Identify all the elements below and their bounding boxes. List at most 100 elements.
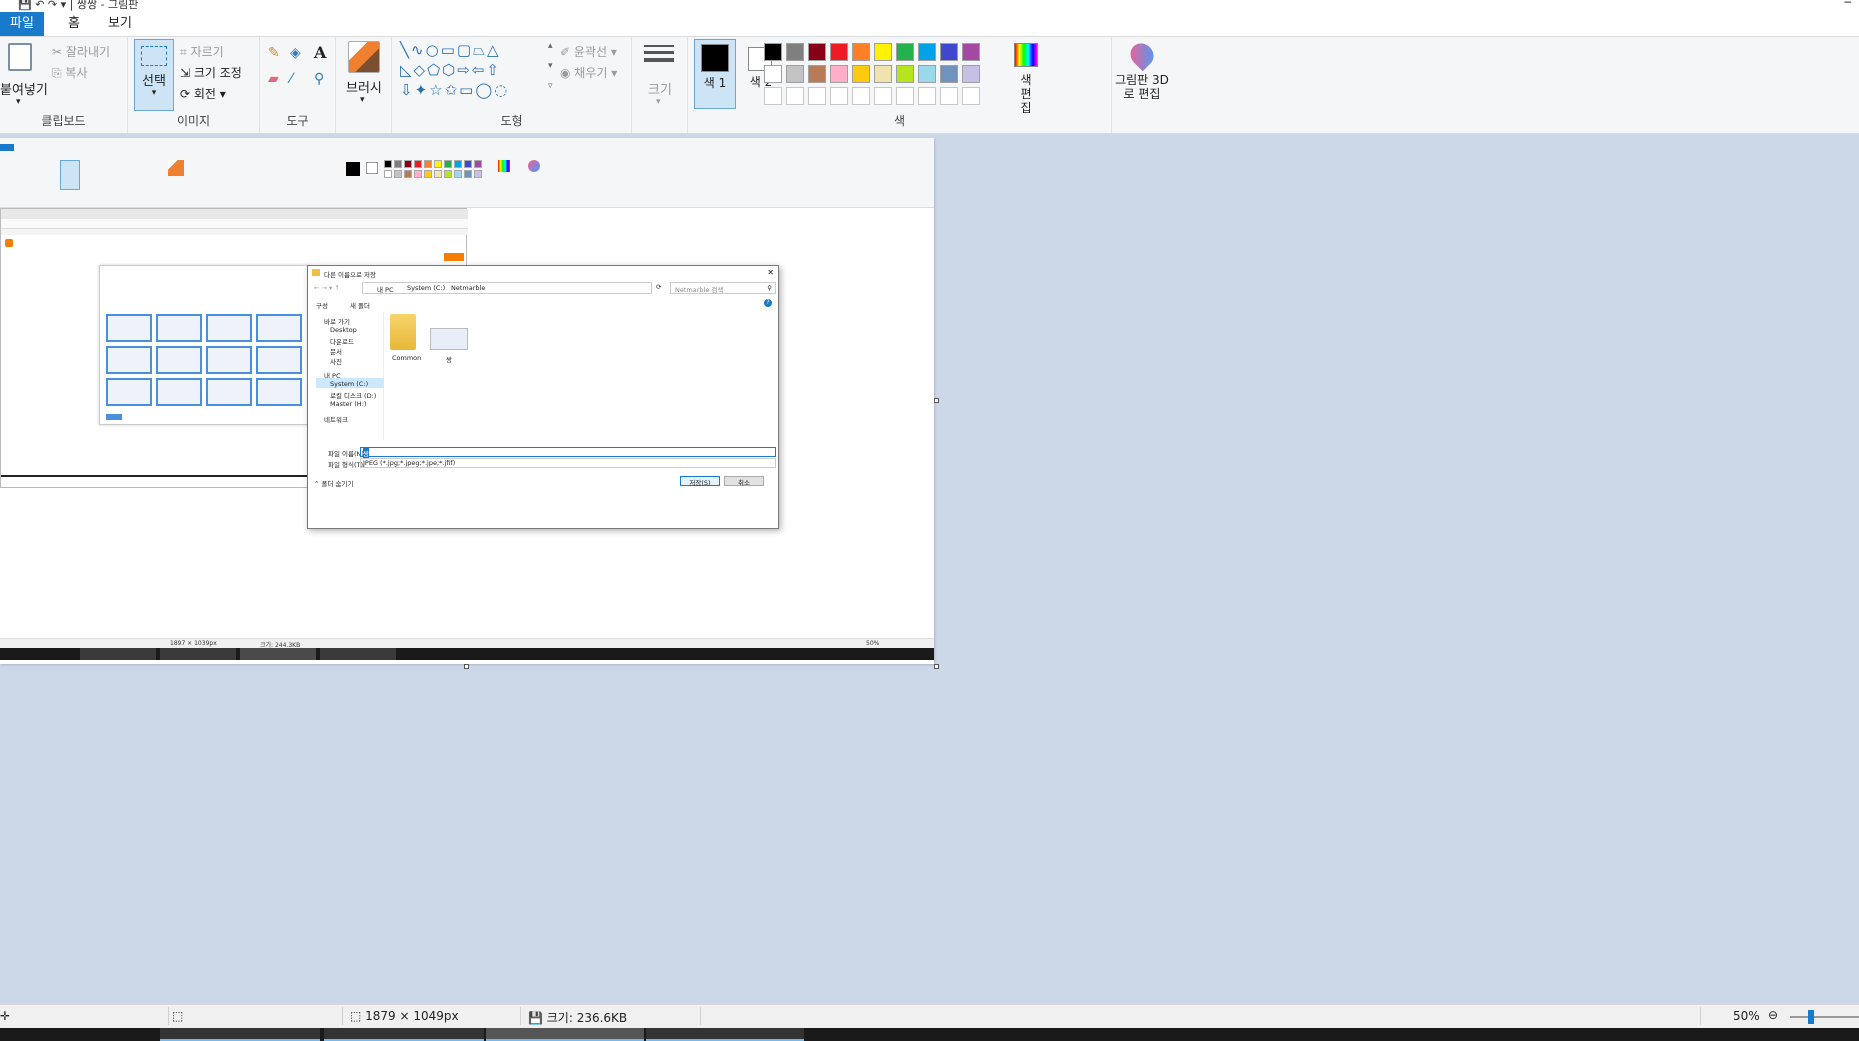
drawing-canvas[interactable]: 다른 이름으로 저장 ✕ ← → ▾ ↑ 내 PC System (C:) Ne… [0,138,934,664]
palette-swatch[interactable] [852,43,870,61]
paint3d-button[interactable]: 그림판 3D로 편집 [1114,38,1170,109]
shapes-row-2[interactable]: ◺◇⬠⬡⇨⇦⇧ [400,61,501,79]
palette-swatch[interactable] [896,65,914,83]
color-picker-icon[interactable]: ⁄ [290,71,292,87]
hide-folders-button[interactable]: ⌃ 폴더 숨기기 [314,478,353,488]
resize-button[interactable]: ⇲ 크기 조정 [180,64,242,81]
fill-button[interactable]: ◉ 채우기 ▾ [560,64,617,81]
taskbar-item-4[interactable] [646,1028,804,1041]
outline-button[interactable]: ✐ 윤곽선 ▾ [560,43,617,60]
nav-documents[interactable]: 문서 [330,346,342,356]
tab-view[interactable]: 보기 [96,12,144,36]
palette-swatch[interactable] [764,43,782,61]
magnifier-icon[interactable]: ⚲ [314,71,324,87]
taskbar-item-3[interactable] [486,1028,644,1041]
palette-swatch[interactable] [874,65,892,83]
shapes-row-3[interactable]: ⇩✦☆✩▭◯◌ [400,81,509,99]
dialog-nav-arrows[interactable]: ← → ▾ ↑ [314,284,340,292]
tab-home[interactable]: 홈 [56,12,92,36]
dialog-address-bar[interactable]: 내 PC System (C:) Netmarble [362,282,652,294]
palette-swatch[interactable] [962,87,980,105]
palette-swatch[interactable] [808,87,826,105]
select-button[interactable]: 선택 ▾ [134,39,174,111]
crop-button[interactable]: ⌗ 자르기 [180,43,224,60]
palette-swatch[interactable] [874,43,892,61]
palette-swatch[interactable] [896,87,914,105]
palette-swatch[interactable] [962,65,980,83]
pencil-icon[interactable]: ✎ [268,45,280,61]
cut-button[interactable]: ✂ 잘라내기 [52,43,110,60]
shapes-more-icon[interactable]: ▿ [548,81,553,91]
nav-system-c[interactable]: System (C:) [330,380,368,388]
file-ssang[interactable]: 쌍 [446,354,452,364]
file-common[interactable]: Common [392,354,421,362]
brushes-button[interactable]: 브러시 [346,77,382,96]
palette-swatch[interactable] [852,87,870,105]
shapes-row-1[interactable]: ╲∿○▭▢⏢△ [400,41,501,59]
palette-swatch[interactable] [852,65,870,83]
image-file-icon[interactable] [430,328,468,350]
path-segment-3[interactable]: Netmarble [451,284,485,292]
copy-button[interactable]: ⎘ 복사 [52,64,88,81]
palette-swatch[interactable] [786,65,804,83]
palette-swatch[interactable] [764,87,782,105]
brush-icon[interactable] [348,41,380,73]
shapes-scroll-up-icon[interactable]: ▴ [548,41,553,51]
paste-button[interactable]: 붙여넣기 [0,79,48,98]
organize-button[interactable]: 구성 [316,300,328,310]
eraser-icon[interactable]: ▰ [268,71,279,87]
palette-swatch[interactable] [918,87,936,105]
dialog-search-box[interactable]: Netmarble 검색 ⚲ [670,282,776,294]
palette-swatch[interactable] [940,43,958,61]
save-button[interactable]: 저장(S) [680,476,720,487]
shapes-scroll-down-icon[interactable]: ▾ [548,61,553,71]
fill-icon[interactable]: ◈ [290,45,301,61]
zoom-out-icon[interactable]: ⊖ [1768,1008,1778,1022]
brushes-dropdown-icon[interactable]: ▾ [360,95,365,105]
palette-swatch[interactable] [764,65,782,83]
palette-swatch[interactable] [830,65,848,83]
palette-swatch[interactable] [830,87,848,105]
nav-quick-access[interactable]: 바로 가기 [324,316,350,326]
filename-input[interactable]: 쌍 [360,447,776,458]
nav-pictures[interactable]: 사진 [330,356,342,366]
window-controls[interactable]: ─ [1844,0,1851,9]
palette-swatch[interactable] [808,65,826,83]
taskbar-item-2[interactable] [324,1028,484,1041]
nav-local-d[interactable]: 로컬 디스크 (D:) [330,390,376,400]
zoom-slider-thumb[interactable] [1808,1010,1814,1024]
help-icon[interactable]: ? [764,299,772,307]
palette-swatch[interactable] [962,43,980,61]
palette-swatch[interactable] [918,65,936,83]
palette-swatch[interactable] [874,87,892,105]
zoom-slider-track[interactable] [1790,1016,1859,1018]
palette-swatch[interactable] [808,43,826,61]
dialog-close-icon[interactable]: ✕ [767,268,774,277]
nav-desktop[interactable]: Desktop [330,326,357,334]
paste-dropdown-icon[interactable]: ▾ [16,97,21,107]
nav-master-h[interactable]: Master (H:) [330,400,366,408]
folder-icon[interactable] [390,314,416,350]
filetype-select[interactable]: JPEG (*.jpg;*.jpeg;*.jpe;*.jfif) [360,458,776,468]
color1-button[interactable]: 색 1 [694,39,736,109]
size-dropdown-icon[interactable]: ▾ [656,97,661,107]
nav-network[interactable]: 네트워크 [324,414,348,424]
palette-swatch[interactable] [786,43,804,61]
palette-swatch[interactable] [830,43,848,61]
resize-handle-bottom[interactable] [464,664,469,669]
palette-swatch[interactable] [918,43,936,61]
taskbar-item-1[interactable] [160,1028,320,1041]
palette-swatch[interactable] [786,87,804,105]
tab-file[interactable]: 파일 [0,12,44,36]
text-icon[interactable]: A [314,43,326,62]
palette-swatch[interactable] [940,65,958,83]
palette-swatch[interactable] [896,43,914,61]
path-segment-2[interactable]: System (C:) [407,284,445,292]
rotate-button[interactable]: ⟳ 회전 ▾ [180,85,226,102]
cancel-button[interactable]: 취소 [724,476,764,487]
dialog-refresh-icon[interactable]: ⟳ [656,283,661,291]
nav-downloads[interactable]: 다운로드 [330,336,354,346]
resize-handle-right[interactable] [934,398,939,403]
size-button[interactable]: 크기 [648,79,672,98]
edit-colors-button[interactable]: 색 편집 [1004,39,1048,115]
